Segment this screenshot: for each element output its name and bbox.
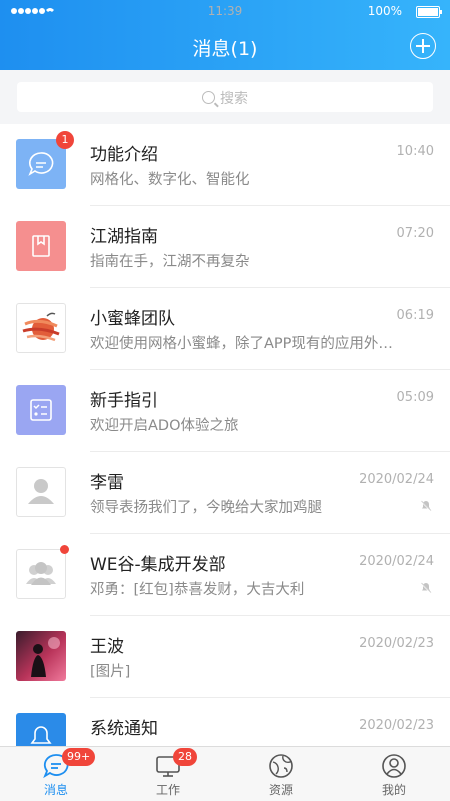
tab-label: 我的 xyxy=(381,783,406,797)
battery-icon xyxy=(416,6,442,18)
tab-resources[interactable]: 资源 xyxy=(225,747,337,801)
tab-profile[interactable]: 我的 xyxy=(338,747,450,801)
checklist-icon xyxy=(16,385,66,435)
photo-avatar xyxy=(16,631,66,681)
conversation-preview: 欢迎使用网格小蜜蜂，除了APP现有的应用外… xyxy=(90,336,393,352)
unread-dot xyxy=(60,545,69,554)
conversation-preview: 欢迎开启ADO体验之旅 xyxy=(90,418,239,434)
mute-icon xyxy=(420,582,432,594)
globe-icon xyxy=(269,754,293,778)
book-icon xyxy=(16,221,66,271)
conversation-preview: 邓勇：[红包]恭喜发财，大吉大利 xyxy=(90,582,305,598)
list-item[interactable]: 1 功能介绍 网格化、数字化、智能化 10:40 xyxy=(0,124,450,206)
conversation-time: 07:20 xyxy=(396,226,434,241)
conversation-time: 2020/02/24 xyxy=(359,472,434,487)
page-title: 消息(1) xyxy=(192,38,258,60)
status-bar: 11:39 100% xyxy=(0,0,450,22)
list-item[interactable]: 系统通知 2020/02/23 xyxy=(0,698,450,746)
tab-badge: 99+ xyxy=(62,748,96,766)
conversation-time: 05:09 xyxy=(396,390,434,405)
conversation-preview: [图片] xyxy=(90,664,131,680)
add-button[interactable] xyxy=(410,33,436,59)
profile-icon xyxy=(382,754,406,778)
conversation-name: 新手指引 xyxy=(90,391,158,411)
conversation-name: 功能介绍 xyxy=(90,145,158,165)
conversation-name: 李雷 xyxy=(90,473,124,493)
bell-icon xyxy=(16,713,66,746)
tab-bar: 99+ 消息 28 工作 资源 我的 xyxy=(0,746,450,801)
conversation-time: 06:19 xyxy=(396,308,434,323)
list-item[interactable]: 李雷 领导表扬我们了，今晚给大家加鸡腿 2020/02/24 xyxy=(0,452,450,534)
list-item[interactable]: 江湖指南 指南在手，江湖不再复杂 07:20 xyxy=(0,206,450,288)
conversation-name: 小蜜蜂团队 xyxy=(90,309,175,329)
list-item[interactable]: 小蜜蜂团队 欢迎使用网格小蜜蜂，除了APP现有的应用外… 06:19 xyxy=(0,288,450,370)
list-item[interactable]: 王波 [图片] 2020/02/23 xyxy=(0,616,450,698)
conversation-time: 10:40 xyxy=(396,144,434,159)
tab-messages[interactable]: 99+ 消息 xyxy=(0,747,112,801)
unread-badge: 1 xyxy=(56,131,74,149)
conversation-time: 2020/02/23 xyxy=(359,718,434,733)
tab-work[interactable]: 28 工作 xyxy=(112,747,224,801)
tab-badge: 28 xyxy=(173,748,197,766)
list-item[interactable]: 新手指引 欢迎开启ADO体验之旅 05:09 xyxy=(0,370,450,452)
search-bar: 搜索 xyxy=(0,70,450,125)
search-placeholder: 搜索 xyxy=(220,91,248,107)
conversation-time: 2020/02/24 xyxy=(359,554,434,569)
person-icon xyxy=(16,467,66,517)
conversation-preview: 网格化、数字化、智能化 xyxy=(90,172,250,188)
group-icon xyxy=(16,549,66,599)
conversation-name: 系统通知 xyxy=(90,719,158,739)
tab-label: 消息 xyxy=(43,783,68,797)
app-header: 11:39 100% 消息(1) xyxy=(0,0,450,70)
conversation-preview: 指南在手，江湖不再复杂 xyxy=(90,254,250,270)
tab-label: 工作 xyxy=(155,783,180,797)
battery-percent: 100% xyxy=(367,4,402,18)
conversation-time: 2020/02/23 xyxy=(359,636,434,651)
bee-team-logo xyxy=(16,303,66,353)
conversation-name: 江湖指南 xyxy=(90,227,158,247)
conversation-name: 王波 xyxy=(90,637,124,657)
tab-label: 资源 xyxy=(268,783,293,797)
conversation-name: WE谷-集成开发部 xyxy=(90,555,226,575)
mute-icon xyxy=(420,500,432,512)
conversation-preview: 领导表扬我们了，今晚给大家加鸡腿 xyxy=(90,500,322,516)
list-item[interactable]: WE谷-集成开发部 邓勇：[红包]恭喜发财，大吉大利 2020/02/24 xyxy=(0,534,450,616)
search-icon xyxy=(202,91,215,104)
search-input[interactable]: 搜索 xyxy=(17,82,433,112)
message-list: 1 功能介绍 网格化、数字化、智能化 10:40 江湖指南 指南在手，江湖不再复… xyxy=(0,124,450,746)
